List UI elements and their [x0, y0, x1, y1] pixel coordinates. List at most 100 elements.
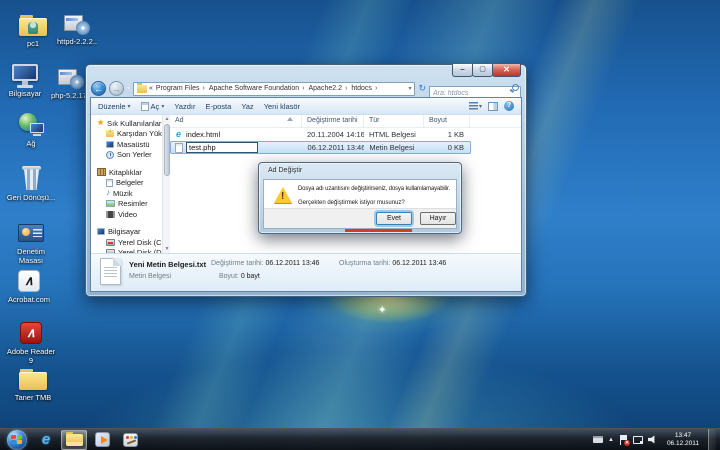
taskbar-explorer-button[interactable]	[61, 430, 87, 450]
breadcrumb-segment[interactable]: Program Files	[155, 85, 206, 92]
star-icon: ★	[97, 119, 104, 127]
sidebar-item-video[interactable]: Video	[91, 209, 170, 220]
desktop-icon-adobe-reader[interactable]: Adobe Reader 9	[4, 320, 58, 365]
change-view-button[interactable]	[469, 102, 482, 110]
window-titlebar[interactable]	[86, 65, 526, 80]
address-dropdown-icon[interactable]: ▾	[408, 85, 411, 92]
system-tray: ▲ ✕ 13:4706.12.2011	[593, 429, 720, 450]
breadcrumb-segment[interactable]: Apache Software Foundation	[208, 85, 306, 92]
desktop-icon-label: Adobe Reader 9	[4, 348, 58, 365]
rename-input[interactable]	[186, 142, 258, 153]
address-bar-row: ▾ « Program Files Apache Software Founda…	[86, 80, 526, 97]
sidebar-section-favorites[interactable]: ★Sık Kullanılanlar	[91, 118, 170, 129]
search-icon[interactable]	[512, 84, 519, 91]
sidebar-item-music[interactable]: ♪Müzik	[91, 188, 170, 199]
sidebar-item-downloads[interactable]: Karşıdan Yüklem	[91, 129, 170, 140]
downloads-icon	[106, 130, 114, 137]
burn-button[interactable]: Yaz	[241, 102, 253, 111]
details-filetype: Metin Belgesi	[129, 273, 171, 280]
column-header-type[interactable]: Tür	[364, 115, 424, 127]
details-size: Boyut: 0 bayt	[219, 273, 260, 280]
desktop-icon-label: Denetim Masası	[4, 248, 58, 265]
sidebar-item-recent[interactable]: Son Yerler	[91, 150, 170, 161]
show-desktop-button[interactable]	[708, 429, 716, 450]
file-row-index-html[interactable]: eindex.html 20.11.2004 14:16 HTML Belges…	[170, 128, 521, 141]
column-header-name[interactable]: Ad	[170, 115, 302, 127]
desktop-icon-control-panel[interactable]: Denetim Masası	[4, 220, 58, 265]
dialog-title: Ad Değiştir	[259, 163, 461, 179]
preview-pane-button[interactable]	[488, 102, 498, 111]
organize-menu[interactable]: Düzenle	[98, 102, 131, 111]
no-button[interactable]: Hayır	[420, 212, 456, 225]
desktop-icon-ag[interactable]: Ağ	[4, 112, 58, 149]
column-header-size[interactable]: Boyut	[424, 115, 470, 127]
desktop-icon-label: Ağ	[26, 140, 35, 149]
recent-places-icon	[106, 151, 114, 159]
desktop-icon-label: pc1	[27, 40, 39, 49]
forward-button[interactable]	[109, 81, 124, 96]
sidebar-scrollbar[interactable]: ▲▼	[162, 115, 170, 253]
scroll-down-icon[interactable]: ▼	[163, 245, 170, 253]
sidebar-item-disk-c[interactable]: Yerel Disk (C:)	[91, 237, 170, 248]
document-icon	[141, 102, 149, 111]
maximize-button[interactable]	[472, 64, 493, 77]
breadcrumb[interactable]: « Program Files Apache Software Foundati…	[133, 82, 415, 96]
desktop-icon-httpd[interactable]: httpd-2.2.2..	[50, 10, 104, 47]
refresh-icon[interactable]: ↻	[418, 84, 426, 93]
breadcrumb-overflow[interactable]: «	[149, 85, 153, 92]
taskbar-paint-button[interactable]	[117, 430, 143, 450]
sidebar-item-desktop[interactable]: Masaüstü	[91, 139, 170, 150]
taskbar-clock[interactable]: 13:4706.12.2011	[663, 432, 703, 448]
breadcrumb-segment[interactable]: Apache2.2	[307, 85, 348, 92]
folder-icon	[17, 366, 49, 393]
open-menu[interactable]: Aç	[141, 102, 165, 111]
device-icon[interactable]	[593, 436, 603, 443]
computer-icon	[97, 228, 105, 235]
shared-folder-icon	[17, 12, 49, 39]
action-center-flag-icon[interactable]: ✕	[619, 435, 628, 445]
column-headers: Ad Değiştirme tarihi Tür Boyut	[170, 115, 521, 128]
yes-button[interactable]: Evet	[376, 212, 412, 225]
libraries-icon	[97, 168, 106, 176]
desktop-icon-label: Geri Dönüşü...	[7, 194, 55, 203]
close-button[interactable]	[492, 64, 521, 77]
annotation-red-underline	[345, 229, 412, 232]
desktop-icon-recycle-bin[interactable]: Geri Dönüşü...	[4, 166, 58, 203]
sidebar-item-documents[interactable]: Belgeler	[91, 178, 170, 189]
minimize-button[interactable]	[452, 64, 473, 77]
music-icon: ♪	[106, 189, 110, 197]
new-folder-button[interactable]: Yeni klasör	[264, 102, 300, 111]
paint-icon	[123, 433, 138, 447]
sidebar-section-computer[interactable]: Bilgisayar	[91, 227, 170, 238]
volume-icon[interactable]	[648, 435, 658, 444]
breadcrumb-segment[interactable]: htdocs	[350, 85, 378, 92]
file-row-test-php[interactable]: 06.12.2011 13:46 Metin Belgesi 0 KB	[170, 141, 471, 154]
taskbar: e ▲ ✕ 13:4706.12.2011	[0, 428, 720, 450]
desktop-icon-label: Taner TMB	[15, 394, 52, 403]
help-icon[interactable]: ?	[504, 101, 514, 111]
sidebar-item-pictures[interactable]: Resimler	[91, 199, 170, 210]
desktop-icon-acrobat[interactable]: Acrobat.com	[2, 268, 56, 305]
scroll-up-icon[interactable]: ▲	[163, 115, 170, 123]
print-button[interactable]: Yazdır	[174, 102, 195, 111]
network-status-icon[interactable]	[633, 435, 643, 444]
desktop-icon-label: Bilgisayar	[9, 90, 42, 99]
window-controls	[453, 64, 521, 77]
column-header-modified[interactable]: Değiştirme tarihi	[302, 115, 364, 127]
text-document-icon	[100, 258, 121, 285]
recent-pages-caret-icon[interactable]: ▾	[127, 85, 130, 92]
desktop-icon	[106, 141, 114, 148]
taskbar-media-player-button[interactable]	[89, 430, 115, 450]
hidden-icons-chevron-icon[interactable]: ▲	[608, 437, 614, 443]
html-file-icon: e	[174, 130, 183, 139]
desktop-icon-taner[interactable]: Taner TMB	[6, 366, 60, 403]
back-button[interactable]	[91, 81, 106, 96]
details-pane: Yeni Metin Belgesi.txt Metin Belgesi Değ…	[91, 253, 521, 291]
dialog-message-line2: Gerçekten değiştirmek istiyor musunuz?	[298, 200, 405, 206]
start-button[interactable]	[7, 430, 27, 450]
pictures-icon	[106, 200, 115, 207]
email-button[interactable]: E-posta	[205, 102, 231, 111]
sidebar-section-libraries[interactable]: Kitaplıklar	[91, 167, 170, 178]
installer-icon	[61, 10, 93, 37]
taskbar-ie-button[interactable]: e	[33, 430, 59, 450]
